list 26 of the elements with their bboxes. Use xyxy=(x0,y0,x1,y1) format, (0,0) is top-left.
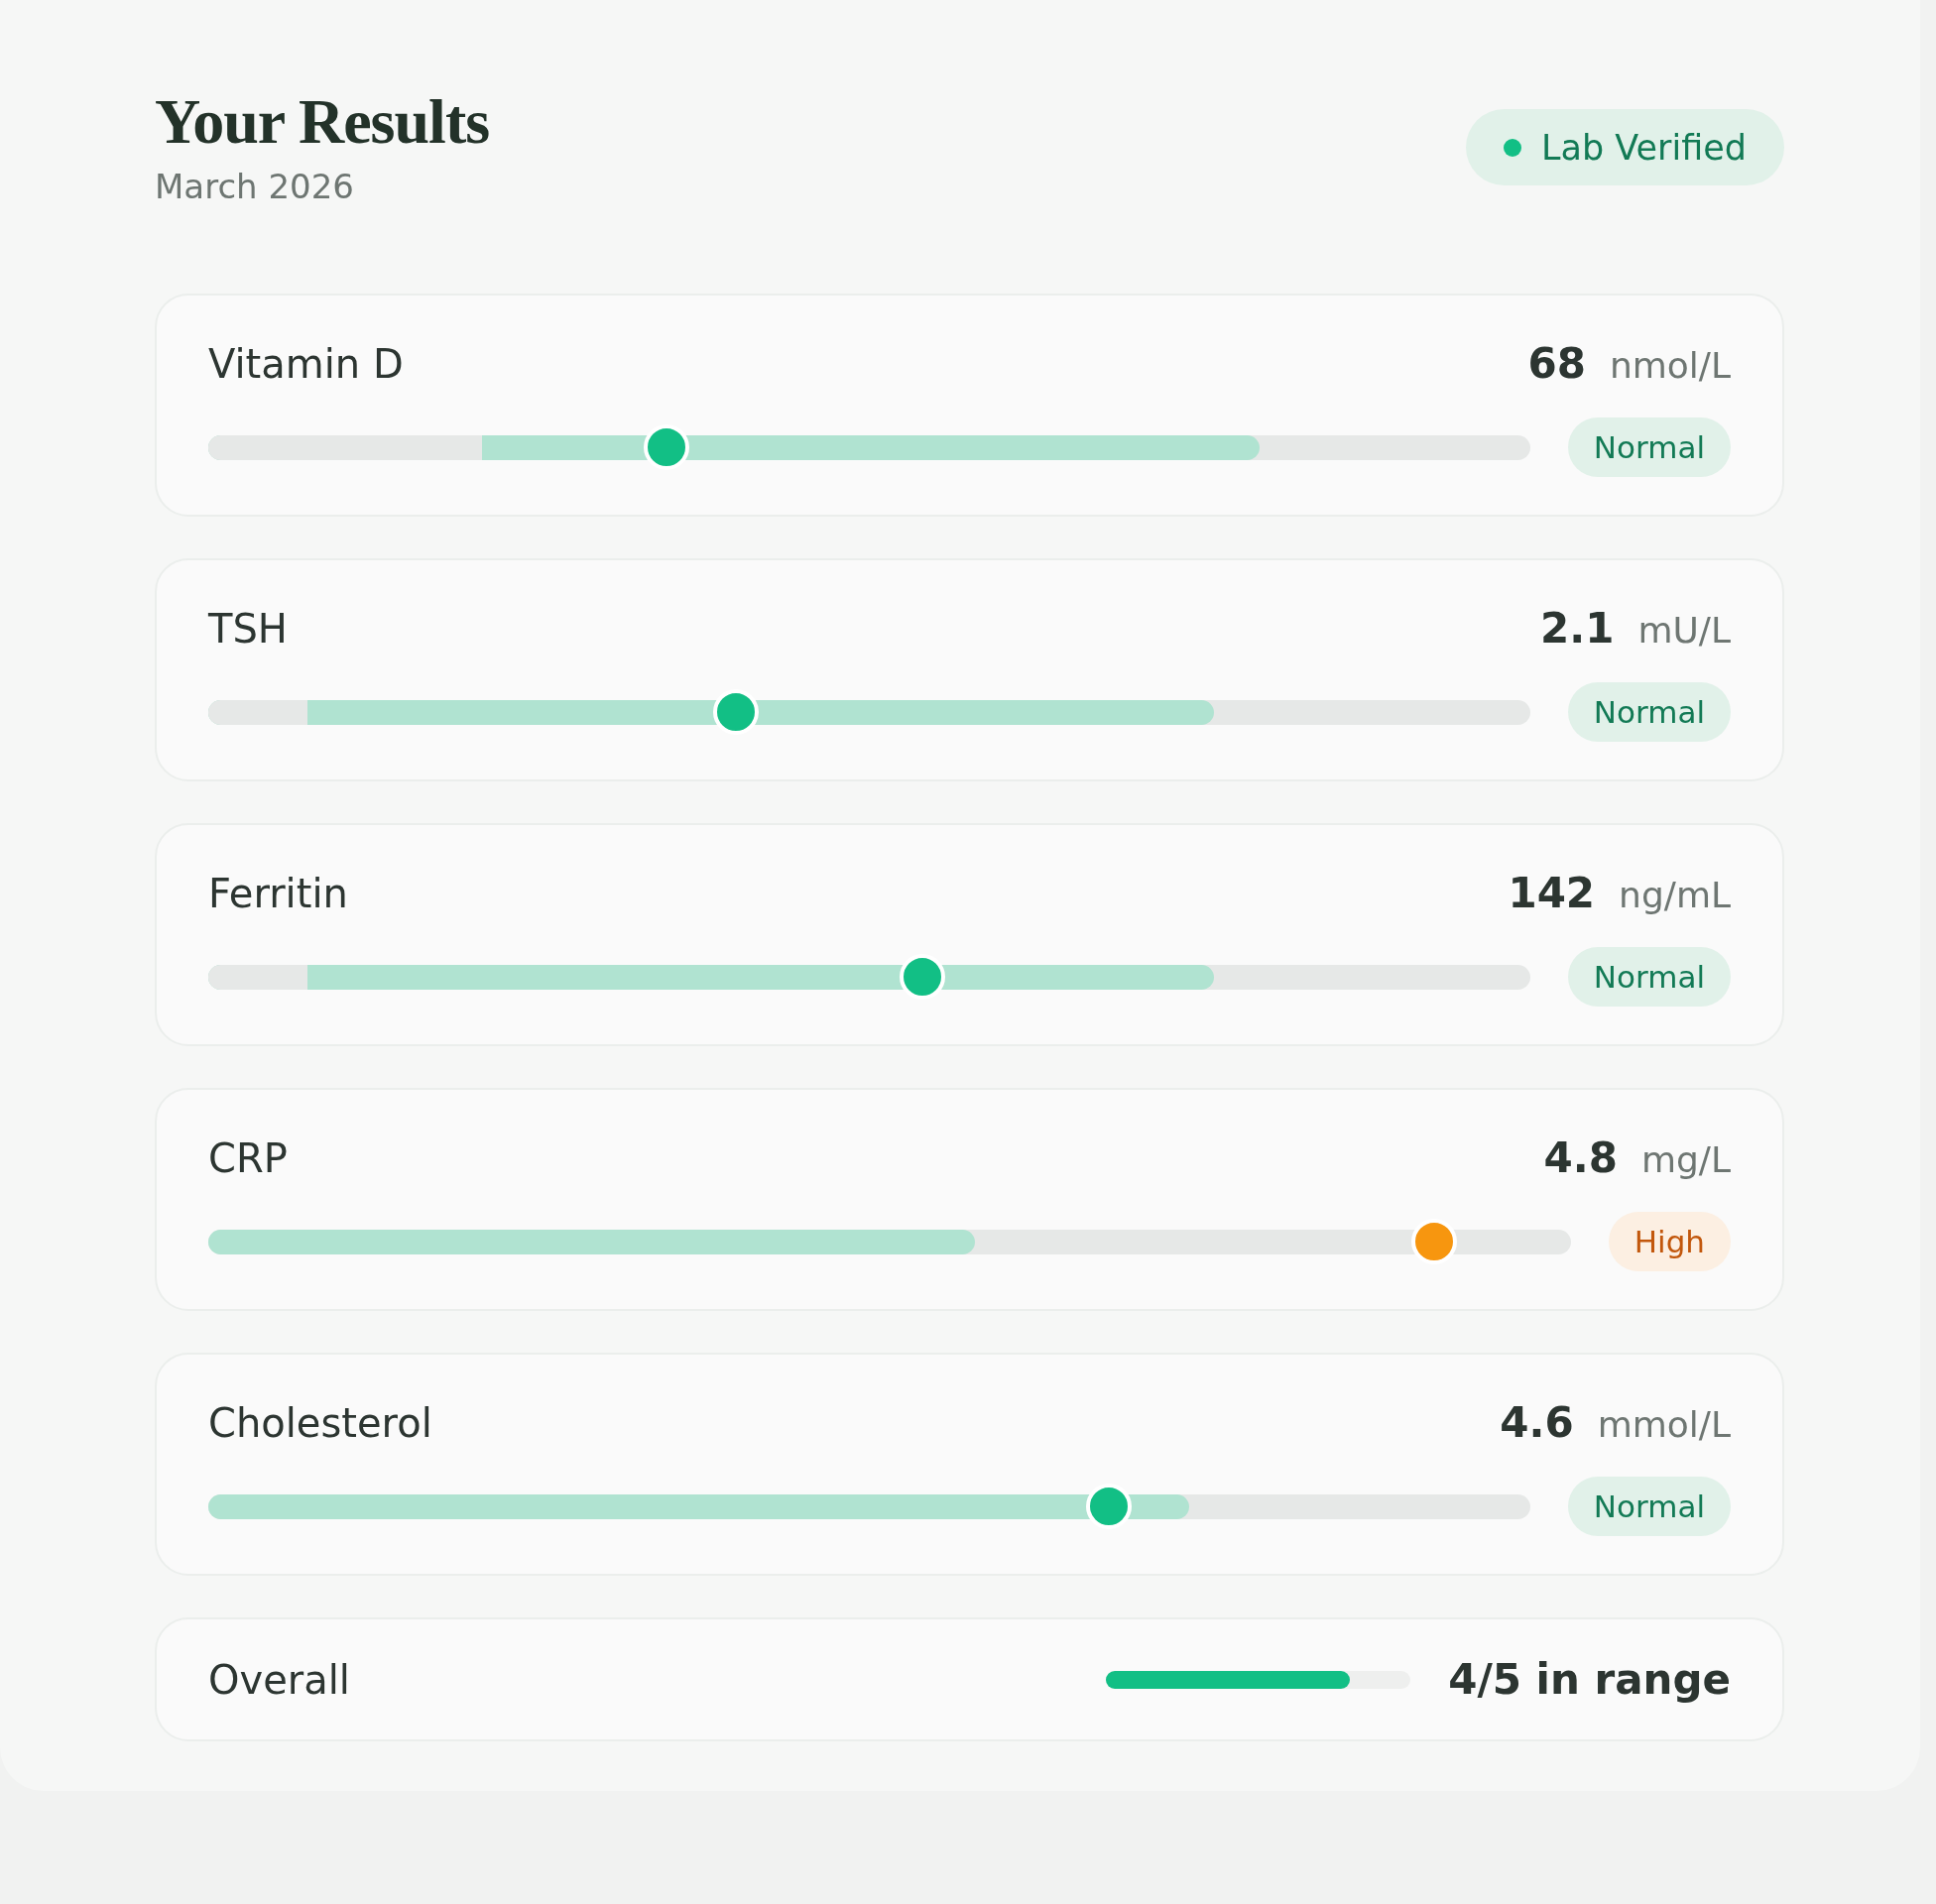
status-badge: Normal xyxy=(1567,1477,1731,1537)
result-value: 68 xyxy=(1527,339,1586,389)
result-unit: nmol/L xyxy=(1609,345,1731,387)
result-unit: mU/L xyxy=(1637,610,1731,652)
overall-label: Overall xyxy=(208,1656,350,1703)
test-name: TSH xyxy=(208,606,288,653)
status-badge: Normal xyxy=(1567,947,1731,1008)
result-unit: mg/L xyxy=(1640,1139,1731,1181)
test-name: CRP xyxy=(208,1135,288,1182)
status-badge: Normal xyxy=(1567,417,1731,478)
date-subtitle: March 2026 xyxy=(155,167,355,207)
status-badge: Normal xyxy=(1567,682,1731,743)
verified-label: Lab Verified xyxy=(1541,127,1747,168)
result-unit: ng/mL xyxy=(1619,875,1731,916)
test-name: Cholesterol xyxy=(208,1400,432,1447)
result-unit: mmol/L xyxy=(1597,1404,1731,1446)
status-dot-icon xyxy=(1504,138,1522,157)
page-title: Your Results xyxy=(155,87,490,158)
overall-summary: 4/5 in range xyxy=(1448,1655,1731,1705)
result-value: 4.8 xyxy=(1543,1133,1618,1183)
test-name: Vitamin D xyxy=(208,341,404,388)
result-value: 142 xyxy=(1508,869,1596,918)
result-value: 2.1 xyxy=(1540,604,1615,654)
test-name: Ferritin xyxy=(208,871,348,917)
status-badge: High xyxy=(1608,1212,1731,1272)
result-value: 4.6 xyxy=(1500,1398,1574,1448)
